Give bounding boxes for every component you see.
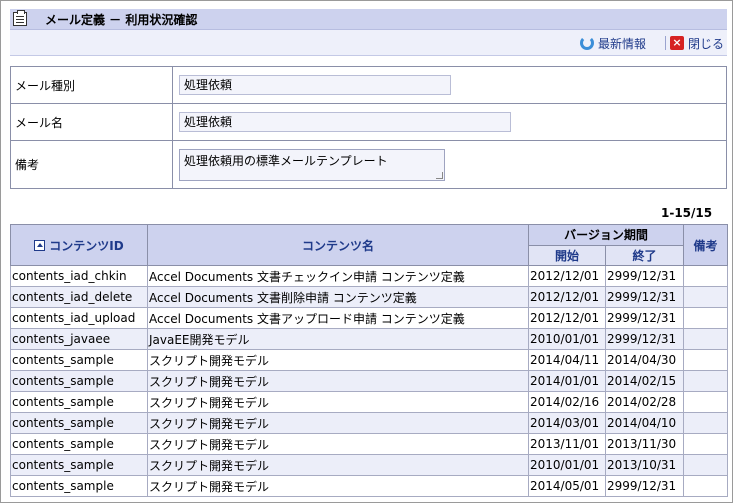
cell-start: 2014/03/01: [528, 412, 606, 434]
cell-content-name: スクリプト開発モデル: [147, 454, 529, 476]
cell-content-name: Accel Documents 文書削除申請 コンテンツ定義: [147, 286, 529, 308]
cell-note: [683, 265, 729, 287]
cell-end: 2014/02/28: [604, 391, 685, 413]
cell-content-id: contents_sample: [10, 391, 148, 413]
cell-content-name: Accel Documents 文書チェックイン申請 コンテンツ定義: [147, 265, 529, 287]
cell-content-id: contents_sample: [10, 454, 148, 476]
cell-content-name: スクリプト開発モデル: [147, 412, 529, 434]
table-row: contents_javaee JavaEE開発モデル 2010/01/01 2999…: [10, 328, 729, 350]
title-bar: メール定義 － 利用状況確認: [10, 9, 727, 30]
cell-content-id: contents_sample: [10, 433, 148, 455]
column-header-note: 備考: [683, 224, 729, 266]
cell-end: 2014/04/30: [604, 349, 685, 371]
cell-content-id: contents_iad_delete: [10, 286, 148, 308]
note-textarea[interactable]: 処理依頼用の標準メールテンプレート: [179, 148, 445, 181]
close-icon: ×: [670, 36, 684, 50]
table-row: contents_sample スクリプト開発モデル 2014/03/01 2014/…: [10, 412, 729, 434]
cell-note: [683, 454, 729, 476]
cell-start: 2010/01/01: [528, 454, 606, 476]
cell-content-id: contents_sample: [10, 370, 148, 392]
cell-start: 2012/12/01: [528, 265, 606, 287]
cell-content-id: contents_javaee: [10, 328, 148, 350]
cell-content-name: JavaEE開発モデル: [147, 328, 529, 350]
table-row: contents_sample スクリプト開発モデル 2013/11/01 2013/…: [10, 433, 729, 455]
column-header-end[interactable]: 終了: [604, 244, 685, 266]
cell-content-name: スクリプト開発モデル: [147, 370, 529, 392]
cell-content-id: contents_sample: [10, 349, 148, 371]
column-header-version-period: バージョン期間: [527, 224, 685, 246]
table-row: contents_iad_upload Accel Documents 文書アップ…: [10, 307, 729, 329]
form-row-note: 備考 処理依頼用の標準メールテンプレート: [10, 140, 727, 189]
sort-ascending-icon[interactable]: [34, 239, 46, 251]
cell-content-name: スクリプト開発モデル: [147, 349, 529, 371]
cell-note: [683, 370, 729, 392]
close-button[interactable]: × 閉じる: [670, 35, 724, 51]
table-row: contents_sample スクリプト開発モデル 2014/05/01 2999/…: [10, 475, 729, 497]
cell-start: 2014/04/11: [528, 349, 606, 371]
cell-end: 2999/12/31: [604, 328, 685, 350]
clipboard-icon: [13, 10, 27, 26]
usage-table: コンテンツID コンテンツ名 バージョン期間 備考 開始 終了 contents…: [10, 224, 729, 497]
cell-note: [683, 412, 729, 434]
cell-note: [683, 391, 729, 413]
mail-type-field[interactable]: 処理依頼: [179, 75, 451, 95]
mail-definition-form: メール種別 処理依頼 メール名 処理依頼 備考 処理依頼用の標準メールテンプレー…: [10, 66, 727, 189]
table-row: contents_sample スクリプト開発モデル 2010/01/01 2013/…: [10, 454, 729, 476]
column-header-content-name: コンテンツ名: [147, 224, 529, 266]
cell-content-name: スクリプト開発モデル: [147, 475, 529, 497]
refresh-button[interactable]: 最新情報: [580, 35, 646, 51]
cell-content-id: contents_iad_chkin: [10, 265, 148, 287]
refresh-label: 最新情報: [598, 36, 647, 51]
cell-content-id: contents_sample: [10, 412, 148, 434]
cell-content-name: スクリプト開発モデル: [147, 433, 529, 455]
refresh-icon: [580, 36, 594, 50]
table-row: contents_iad_delete Accel Documents 文書削除申…: [10, 286, 729, 308]
page-title: メール定義 － 利用状況確認: [45, 13, 198, 27]
note-label: 備考: [10, 140, 173, 189]
table-row: contents_sample スクリプト開発モデル 2014/04/11 2014/…: [10, 349, 729, 371]
table-row: contents_iad_chkin Accel Documents 文書チェック…: [10, 265, 729, 287]
table-row: contents_sample スクリプト開発モデル 2014/02/16 2014/…: [10, 391, 729, 413]
toolbar-divider: [665, 36, 666, 50]
form-row-mail-name: メール名 処理依頼: [10, 103, 727, 141]
table-body: contents_iad_chkin Accel Documents 文書チェック…: [10, 265, 729, 497]
table-row: contents_sample スクリプト開発モデル 2014/01/01 2014/…: [10, 370, 729, 392]
cell-note: [683, 286, 729, 308]
cell-end: 2999/12/31: [604, 307, 685, 329]
cell-start: 2013/11/01: [528, 433, 606, 455]
mail-name-field[interactable]: 処理依頼: [179, 112, 511, 132]
cell-note: [683, 475, 729, 497]
cell-end: 2013/10/31: [604, 454, 685, 476]
cell-end: 2999/12/31: [604, 475, 685, 497]
cell-note: [683, 433, 729, 455]
toolbar: 最新情報 × 閉じる: [10, 30, 727, 56]
cell-start: 2014/02/16: [528, 391, 606, 413]
cell-note: [683, 328, 729, 350]
cell-note: [683, 307, 729, 329]
cell-note: [683, 349, 729, 371]
cell-content-name: Accel Documents 文書アップロード申請 コンテンツ定義: [147, 307, 529, 329]
cell-content-id: contents_iad_upload: [10, 307, 148, 329]
column-header-content-id[interactable]: コンテンツID: [10, 224, 148, 266]
cell-end: 2014/02/15: [604, 370, 685, 392]
cell-start: 2014/05/01: [528, 475, 606, 497]
cell-end: 2999/12/31: [604, 286, 685, 308]
cell-content-name: スクリプト開発モデル: [147, 391, 529, 413]
usage-window: メール定義 － 利用状況確認 最新情報 × 閉じる メール種別 処理依頼 メール…: [0, 0, 733, 503]
cell-content-id: contents_sample: [10, 475, 148, 497]
mail-type-label: メール種別: [10, 66, 173, 104]
cell-start: 2012/12/01: [528, 286, 606, 308]
column-header-start[interactable]: 開始: [528, 244, 606, 266]
cell-start: 2014/01/01: [528, 370, 606, 392]
close-label: 閉じる: [688, 36, 725, 51]
record-count: 1-15/15: [661, 206, 713, 220]
cell-end: 2999/12/31: [604, 265, 685, 287]
mail-name-label: メール名: [10, 103, 173, 141]
form-row-mail-type: メール種別 処理依頼: [10, 66, 727, 104]
cell-end: 2014/04/10: [604, 412, 685, 434]
cell-start: 2012/12/01: [528, 307, 606, 329]
cell-start: 2010/01/01: [528, 328, 606, 350]
cell-end: 2013/11/30: [604, 433, 685, 455]
